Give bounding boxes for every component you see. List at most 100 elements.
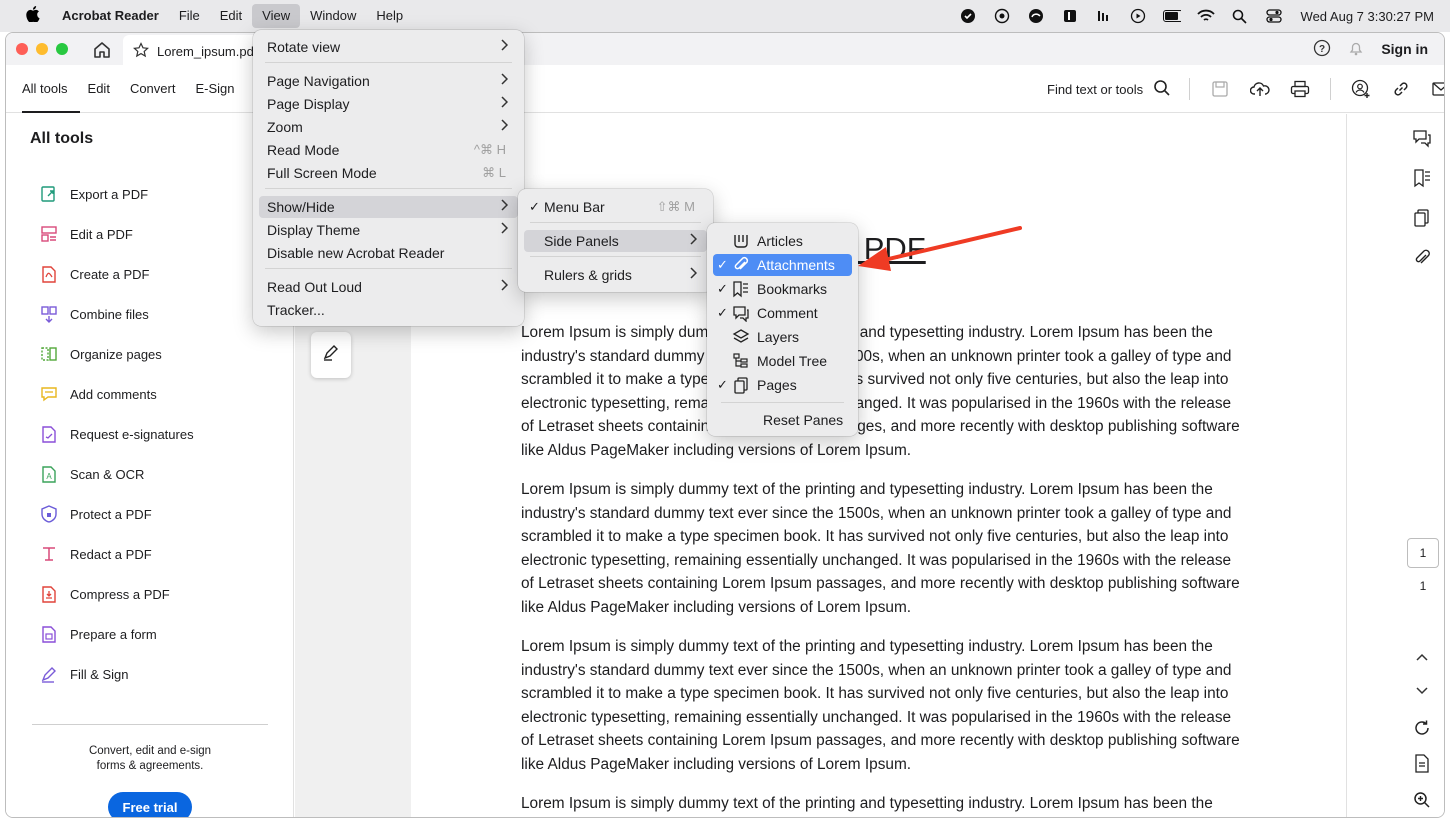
current-page-input[interactable]: 1	[1407, 538, 1439, 568]
side-panel-item-pages[interactable]: ✓ Pages	[713, 374, 852, 396]
spotlight-search-icon[interactable]	[1231, 7, 1249, 25]
sidebar-tool-label: Compress a PDF	[70, 586, 170, 602]
free-trial-button[interactable]: Free trial	[108, 792, 192, 817]
show-hide-item-menu-bar[interactable]: ✓ Menu Bar ⇧⌘ M	[524, 196, 707, 218]
wifi-icon[interactable]	[1196, 7, 1215, 25]
side-panel-item-bookmarks[interactable]: ✓ Bookmarks	[713, 278, 852, 300]
reset-panes-item[interactable]: Reset Panes	[713, 409, 852, 431]
view-menu-item-tracker[interactable]: Tracker...	[259, 299, 518, 321]
share-user-icon[interactable]	[1351, 79, 1371, 99]
menu-file[interactable]: File	[169, 4, 210, 28]
sidebar-tool-redact-a-pdf[interactable]: Redact a PDF	[40, 534, 194, 574]
menu-item-label: Layers	[757, 329, 800, 345]
zoom-in-icon[interactable]	[1412, 790, 1432, 810]
link-icon[interactable]	[1391, 79, 1411, 99]
find-tools[interactable]: Find text or tools	[1047, 65, 1171, 113]
tab-e-sign[interactable]: E-Sign	[195, 65, 246, 113]
view-menu-item-read-mode[interactable]: Read Mode ^⌘ H	[259, 139, 518, 161]
side-panel-item-comment[interactable]: ✓ Comment	[713, 302, 852, 324]
battery-icon[interactable]	[1162, 7, 1181, 25]
sidebar-tool-protect-a-pdf[interactable]: Protect a PDF	[40, 494, 194, 534]
view-menu-item-display-theme[interactable]: Display Theme	[259, 219, 518, 241]
sidebar-tool-label: Add comments	[70, 386, 157, 402]
sidebar-tool-request-e-signatures[interactable]: Request e-signatures	[40, 414, 194, 454]
home-icon[interactable]	[92, 40, 112, 60]
sidebar-toggle-icon[interactable]	[1061, 7, 1079, 25]
email-icon[interactable]	[1431, 79, 1444, 99]
side-panel-item-attachments[interactable]: ✓ Attachments	[713, 254, 852, 276]
bookmarks-panel-icon[interactable]	[1412, 168, 1432, 188]
sidebar-tool-label: Redact a PDF	[70, 546, 152, 562]
menu-app-name[interactable]: Acrobat Reader	[52, 4, 169, 28]
checkmark-icon: ✓	[529, 199, 540, 214]
menu-view[interactable]: View	[252, 4, 301, 28]
upload-cloud-icon[interactable]	[1250, 79, 1270, 99]
tab-convert[interactable]: Convert	[130, 65, 188, 113]
toolbar-divider	[1330, 78, 1331, 100]
zoom-window-button[interactable]	[56, 43, 68, 55]
view-menu-item-full-screen-mode[interactable]: Full Screen Mode ⌘ L	[259, 162, 518, 184]
view-menu-item-disable-new-acrobat-reader[interactable]: Disable new Acrobat Reader	[259, 242, 518, 264]
help-icon[interactable]: ?	[1313, 39, 1331, 60]
menu-help[interactable]: Help	[366, 4, 413, 28]
notification-bell-icon[interactable]	[1347, 39, 1365, 60]
sidebar-tool-add-comments[interactable]: Add comments	[40, 374, 194, 414]
promo-line: forms & agreements.	[96, 760, 204, 772]
play-icon[interactable]	[1129, 7, 1147, 25]
view-menu-item-zoom[interactable]: Zoom	[259, 116, 518, 138]
chevron-down-icon[interactable]	[1412, 681, 1432, 701]
search-icon[interactable]	[1153, 79, 1171, 100]
close-window-button[interactable]	[16, 43, 28, 55]
star-icon[interactable]	[133, 41, 149, 61]
view-menu-item-page-navigation[interactable]: Page Navigation	[259, 70, 518, 92]
show-hide-item-side-panels[interactable]: Side Panels	[524, 230, 707, 252]
menu-window[interactable]: Window	[300, 4, 366, 28]
show-hide-item-rulers-grids[interactable]: Rulers & grids	[524, 264, 707, 286]
export-pdf-icon	[40, 185, 58, 203]
sidebar-tool-create-a-pdf[interactable]: Create a PDF	[40, 254, 194, 294]
sidebar-tool-prepare-a-form[interactable]: Prepare a form	[40, 614, 194, 654]
menu-item-label: Pages	[757, 377, 797, 393]
print-icon[interactable]	[1290, 79, 1310, 99]
sidebar-tool-combine-files[interactable]: Combine files	[40, 294, 194, 334]
side-panel-item-layers[interactable]: Layers	[713, 326, 852, 348]
menu-item-label: Bookmarks	[757, 281, 828, 297]
tab-edit[interactable]: Edit	[88, 65, 122, 113]
rotate-icon[interactable]	[1412, 718, 1432, 738]
menu-edit[interactable]: Edit	[210, 4, 252, 28]
apple-icon[interactable]	[26, 6, 48, 26]
fit-page-icon[interactable]	[1412, 754, 1432, 774]
chevron-up-icon[interactable]	[1412, 647, 1432, 667]
view-menu-item-page-display[interactable]: Page Display	[259, 93, 518, 115]
side-panel-item-articles[interactable]: Articles	[713, 230, 852, 252]
view-menu-item-show-hide[interactable]: Show/Hide	[259, 196, 518, 218]
menu-item-label: Display Theme	[267, 222, 361, 238]
sidebar-tool-edit-a-pdf[interactable]: Edit a PDF	[40, 214, 194, 254]
floating-tool[interactable]	[311, 332, 351, 378]
sidebar-tool-export-a-pdf[interactable]: Export a PDF	[40, 174, 194, 214]
audio-levels-icon[interactable]	[1095, 7, 1113, 25]
sidebar-tool-label: Fill & Sign	[70, 666, 129, 682]
vpn-icon[interactable]	[993, 7, 1011, 25]
minimize-window-button[interactable]	[36, 43, 48, 55]
control-center-icon[interactable]	[1265, 7, 1283, 25]
document-tab[interactable]: Lorem_ipsum.pd	[123, 35, 273, 67]
pages-panel-icon[interactable]	[1412, 208, 1432, 228]
sidebar-tool-scan-ocr[interactable]: A Scan & OCR	[40, 454, 194, 494]
view-menu-item-rotate-view[interactable]: Rotate view	[259, 36, 518, 58]
side-panel-item-model-tree[interactable]: Model Tree	[713, 350, 852, 372]
sidebar-tool-organize-pages[interactable]: Organize pages	[40, 334, 194, 374]
find-label[interactable]: Find text or tools	[1047, 82, 1143, 97]
status-app-icon[interactable]	[959, 7, 977, 25]
comment-panel-icon[interactable]	[1412, 128, 1432, 148]
sign-in-link[interactable]: Sign in	[1381, 41, 1428, 57]
attachments-panel-icon[interactable]	[1412, 248, 1432, 268]
sync-icon[interactable]	[1027, 7, 1045, 25]
view-menu-item-read-out-loud[interactable]: Read Out Loud	[259, 276, 518, 298]
tab-all-tools[interactable]: All tools	[22, 65, 80, 113]
clock[interactable]: Wed Aug 7 3:30:27 PM	[1301, 9, 1434, 24]
sidebar-tool-fill-sign[interactable]: Fill & Sign	[40, 654, 194, 694]
fill-sign-pen-icon[interactable]	[321, 343, 341, 368]
save-icon[interactable]	[1210, 79, 1230, 99]
sidebar-tool-compress-a-pdf[interactable]: Compress a PDF	[40, 574, 194, 614]
